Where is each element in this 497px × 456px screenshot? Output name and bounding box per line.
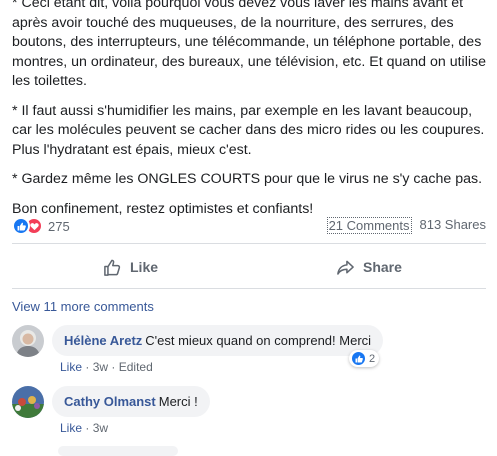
comment-author[interactable]: Hélène Aretz (64, 333, 142, 348)
thumbs-up-icon (104, 259, 121, 276)
post-stats: 275 21 Comments 813 Shares (12, 214, 486, 238)
comment-like-link[interactable]: Like (60, 421, 82, 435)
comment-author[interactable]: Cathy Olmanst (64, 394, 156, 409)
divider (12, 288, 486, 289)
divider (12, 243, 486, 244)
separator: · (85, 421, 90, 435)
comments-count-link[interactable]: 21 Comments (326, 217, 412, 234)
like-reaction-icon (12, 217, 30, 235)
comment-time[interactable]: 3w (93, 360, 108, 374)
comment-text: C'est mieux quand on comprend! Merci (145, 333, 372, 348)
avatar[interactable] (12, 325, 44, 357)
comment-bubble (58, 446, 178, 456)
share-arrow-icon (337, 260, 354, 275)
post-paragraph: * Ceci étant dit, voilà pourquoi vous de… (12, 0, 486, 89)
comment-meta: Like · 3w (60, 421, 108, 435)
comment-like-link[interactable]: Like (60, 360, 82, 374)
post-text: * Ceci étant dit, voilà pourquoi vous de… (12, 0, 490, 229)
comment-text: Merci ! (158, 394, 198, 409)
separator: · (85, 360, 90, 374)
comment-meta: Like · 3w · Edited (60, 360, 153, 374)
reaction-summary[interactable]: 275 (12, 217, 70, 235)
share-button[interactable]: Share (336, 252, 402, 282)
reaction-count: 275 (48, 218, 70, 234)
avatar[interactable] (12, 386, 44, 418)
separator: · (111, 360, 116, 374)
comment-reaction-count: 2 (369, 352, 376, 365)
edited-label[interactable]: Edited (119, 360, 153, 374)
shares-count-link[interactable]: 813 Shares (420, 217, 487, 234)
post-paragraph: * Il faut aussi s'humidifier les mains, … (12, 102, 485, 158)
comment-bubble: Hélène Aretz C'est mieux quand on compren… (52, 325, 384, 356)
like-reaction-icon (351, 351, 366, 366)
comment-bubble: Cathy Olmanst Merci ! (52, 386, 210, 417)
share-button-label: Share (363, 259, 402, 275)
comment-reactions[interactable]: 2 (349, 350, 380, 367)
like-button-label: Like (130, 259, 159, 275)
view-more-comments-link[interactable]: View 11 more comments (12, 299, 154, 314)
like-button[interactable]: Like (103, 252, 158, 282)
post-paragraph: * Gardez même les ONGLES COURTS pour que… (12, 171, 483, 187)
comment-time[interactable]: 3w (93, 421, 108, 435)
